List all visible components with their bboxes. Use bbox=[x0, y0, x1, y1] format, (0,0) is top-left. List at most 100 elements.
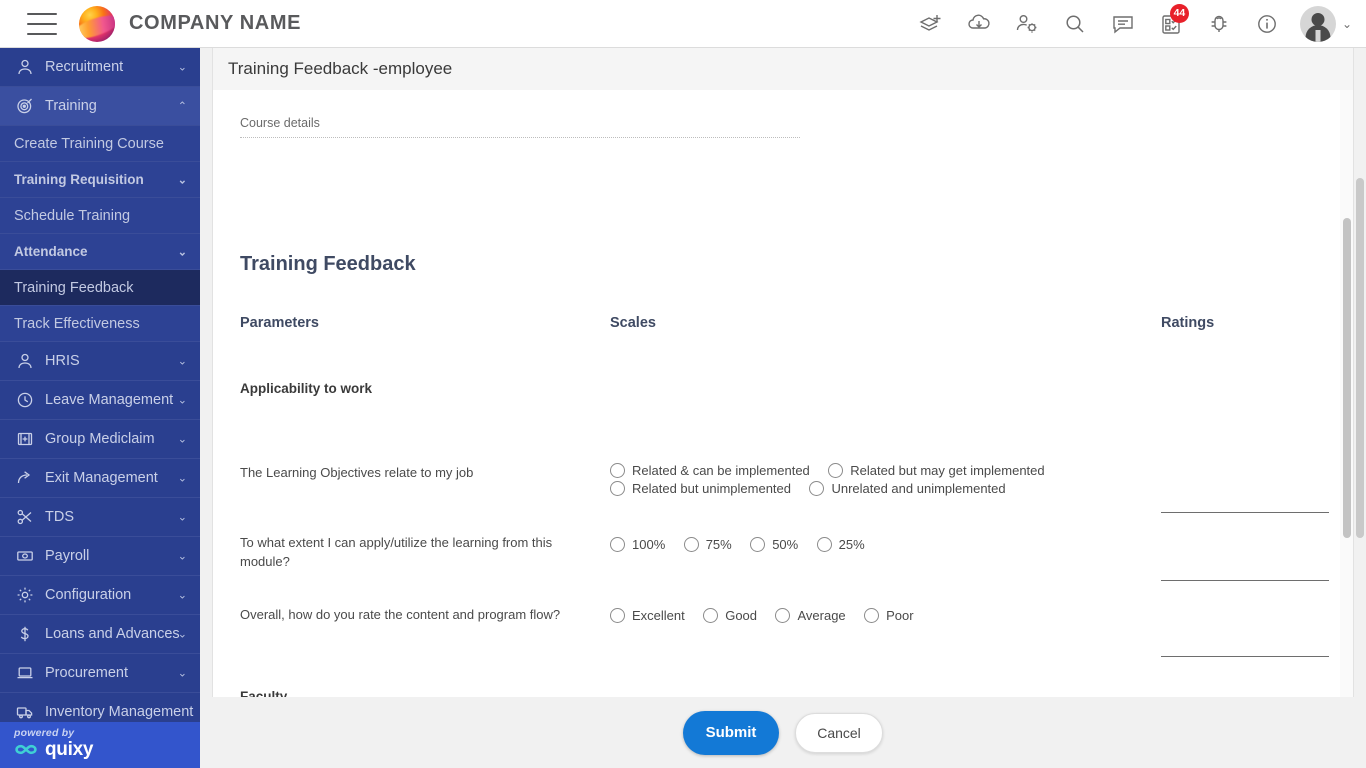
sidebar-item-label: Training Requisition bbox=[14, 172, 144, 187]
cloud-download-icon[interactable] bbox=[958, 3, 1000, 45]
column-header-scales: Scales bbox=[610, 315, 656, 331]
radio-option-label: 100% bbox=[632, 537, 666, 552]
sidebar-item-create-training-course[interactable]: Create Training Course bbox=[0, 126, 200, 162]
sidebar-item-recruitment[interactable]: Recruitment ⌄ bbox=[0, 48, 200, 87]
radio-option[interactable]: Good bbox=[703, 608, 757, 623]
radio-circle-icon[interactable] bbox=[816, 537, 832, 552]
radio-circle-icon[interactable] bbox=[610, 463, 625, 478]
exit-arrow-icon bbox=[14, 467, 36, 489]
question-options: Excellent Good Average Poor bbox=[610, 608, 1140, 626]
sidebar-item-leave-management[interactable]: Leave Management ⌄ bbox=[0, 381, 200, 420]
brand-logo-group[interactable]: COMPANY NAME bbox=[79, 5, 302, 42]
radio-circle-icon[interactable] bbox=[610, 537, 625, 552]
course-details-section[interactable]: Course details bbox=[240, 116, 800, 138]
sidebar-item-tds[interactable]: TDS ⌄ bbox=[0, 498, 200, 537]
page-scrollbar-track[interactable] bbox=[1354, 48, 1366, 768]
chevron-down-icon: ⌄ bbox=[177, 472, 187, 485]
sidebar-item-attendance[interactable]: Attendance ⌄ bbox=[0, 234, 200, 270]
person-icon bbox=[14, 350, 36, 372]
radio-option[interactable]: Excellent bbox=[610, 608, 685, 623]
sidebar-item-training[interactable]: Training ⌃ bbox=[0, 87, 200, 126]
sidebar-item-label: Create Training Course bbox=[14, 135, 164, 152]
sidebar-navigation: Recruitment ⌄ Training ⌃ Create Training… bbox=[0, 48, 200, 768]
hamburger-menu-icon[interactable] bbox=[27, 12, 57, 35]
form-scrollbar-track[interactable] bbox=[1340, 90, 1353, 744]
dollar-icon bbox=[14, 623, 36, 645]
question-text: To what extent I can apply/utilize the l… bbox=[240, 535, 553, 569]
submit-button[interactable]: Submit bbox=[683, 710, 779, 755]
radio-option[interactable]: 50% bbox=[750, 537, 798, 552]
chevron-down-icon: ⌄ bbox=[1341, 16, 1352, 31]
sidebar-item-label: Exit Management bbox=[45, 470, 158, 486]
radio-circle-icon[interactable] bbox=[610, 481, 625, 496]
top-icon-group: 44 ⌄ bbox=[910, 3, 1366, 45]
radio-option[interactable]: Related & can be implemented bbox=[610, 463, 810, 478]
sidebar-item-label: Procurement bbox=[45, 665, 129, 681]
sidebar-item-track-effectiveness[interactable]: Track Effectiveness bbox=[0, 306, 200, 342]
tasks-icon[interactable]: 44 bbox=[1150, 3, 1192, 45]
avatar bbox=[1299, 5, 1336, 42]
sidebar-item-label: Schedule Training bbox=[14, 207, 131, 224]
radio-option-label: Related & can be implemented bbox=[632, 463, 810, 478]
radio-circle-icon[interactable] bbox=[828, 463, 844, 478]
radio-option-label: 50% bbox=[772, 537, 799, 552]
column-header-ratings: Ratings bbox=[1161, 315, 1215, 331]
radio-circle-icon[interactable] bbox=[703, 608, 719, 623]
radio-option[interactable]: Poor bbox=[864, 608, 914, 623]
sidebar-item-procurement[interactable]: Procurement ⌄ bbox=[0, 654, 200, 693]
sidebar-item-label: Training Feedback bbox=[14, 279, 134, 296]
chat-icon[interactable] bbox=[1102, 3, 1144, 45]
radio-option[interactable]: Related but unimplemented bbox=[610, 481, 791, 496]
sidebar-item-label: Payroll bbox=[45, 548, 90, 564]
sidebar-item-label: Configuration bbox=[45, 587, 132, 603]
radio-circle-icon[interactable] bbox=[683, 537, 699, 552]
sidebar-item-label: Group Mediclaim bbox=[45, 431, 155, 447]
powered-by-footer: powered by quixy bbox=[0, 722, 200, 768]
sidebar-item-hris[interactable]: HRIS ⌄ bbox=[0, 342, 200, 381]
radio-option[interactable]: 75% bbox=[683, 537, 732, 552]
radio-option[interactable]: 100% bbox=[610, 537, 665, 552]
bug-icon[interactable] bbox=[1198, 3, 1240, 45]
quixy-logo-icon bbox=[14, 742, 38, 757]
radio-circle-icon[interactable] bbox=[610, 608, 625, 623]
radio-option-label: 25% bbox=[838, 537, 865, 552]
page-scrollbar-thumb[interactable] bbox=[1356, 178, 1364, 538]
chevron-down-icon: ⌄ bbox=[177, 174, 187, 186]
radio-circle-icon[interactable] bbox=[750, 537, 766, 552]
rating-input[interactable] bbox=[1161, 559, 1329, 581]
radio-circle-icon[interactable] bbox=[864, 608, 880, 623]
radio-option[interactable]: Related but may get implemented bbox=[828, 463, 1045, 478]
sidebar-item-training-requisition[interactable]: Training Requisition ⌄ bbox=[0, 162, 200, 198]
sidebar-item-label: Track Effectiveness bbox=[14, 315, 140, 332]
column-header-parameters: Parameters bbox=[240, 315, 319, 331]
quixy-wordmark: quixy bbox=[45, 739, 94, 760]
sidebar-item-label: Inventory Management bbox=[45, 704, 194, 720]
cancel-button[interactable]: Cancel bbox=[795, 712, 883, 753]
sidebar-item-loans-and-advances[interactable]: Loans and Advances ⌄ bbox=[0, 615, 200, 654]
sidebar-item-training-feedback[interactable]: Training Feedback bbox=[0, 270, 200, 306]
radio-option[interactable]: Average bbox=[775, 608, 846, 623]
search-icon[interactable] bbox=[1054, 3, 1096, 45]
rating-input[interactable] bbox=[1161, 491, 1329, 513]
truck-icon bbox=[14, 701, 36, 723]
radio-option[interactable]: Unrelated and unimplemented bbox=[809, 481, 1006, 496]
powered-by-label: powered by bbox=[14, 727, 75, 739]
user-avatar-menu[interactable]: ⌄ bbox=[1299, 5, 1352, 42]
add-layers-icon[interactable] bbox=[910, 3, 952, 45]
sidebar-item-schedule-training[interactable]: Schedule Training bbox=[0, 198, 200, 234]
radio-option[interactable]: 25% bbox=[816, 537, 865, 552]
sidebar-item-exit-management[interactable]: Exit Management ⌄ bbox=[0, 459, 200, 498]
sidebar-item-label: HRIS bbox=[45, 353, 80, 369]
rating-input[interactable] bbox=[1161, 635, 1329, 657]
form-scrollbar-thumb[interactable] bbox=[1343, 218, 1351, 538]
radio-circle-icon[interactable] bbox=[809, 481, 825, 496]
radio-circle-icon[interactable] bbox=[775, 608, 791, 623]
info-icon[interactable] bbox=[1246, 3, 1288, 45]
sidebar-item-configuration[interactable]: Configuration ⌄ bbox=[0, 576, 200, 615]
user-settings-icon[interactable] bbox=[1006, 3, 1048, 45]
radio-option-label: Poor bbox=[886, 608, 914, 623]
sidebar-item-payroll[interactable]: Payroll ⌄ bbox=[0, 537, 200, 576]
sidebar-item-group-mediclaim[interactable]: Group Mediclaim ⌄ bbox=[0, 420, 200, 459]
chevron-down-icon: ⌄ bbox=[177, 511, 187, 524]
company-name-label: COMPANY NAME bbox=[129, 12, 302, 34]
